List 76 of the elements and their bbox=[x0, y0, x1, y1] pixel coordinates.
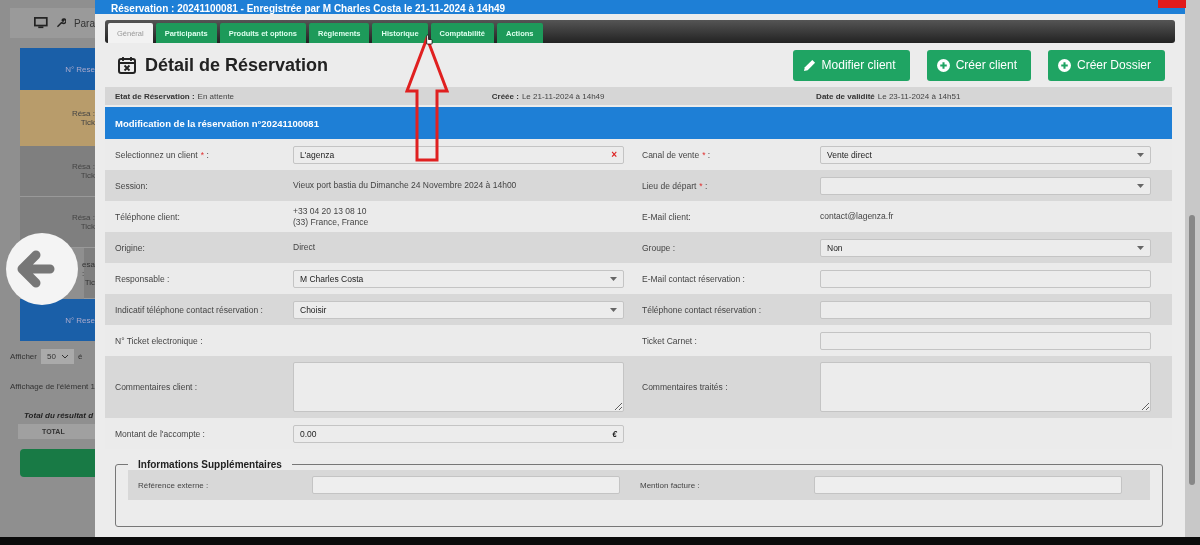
reservation-card[interactable]: N° Rese bbox=[20, 48, 95, 90]
field-label: Canal de vente * : bbox=[642, 149, 712, 160]
select-field[interactable]: Choisir bbox=[293, 300, 624, 319]
info-label: Date de validité bbox=[816, 91, 875, 101]
field-label: E-Mail contact réservation : bbox=[642, 273, 746, 284]
info-value: Le 23-11-2024 à 14h51 bbox=[877, 91, 962, 101]
close-button[interactable] bbox=[1158, 0, 1186, 8]
select-field[interactable]: M Charles Costa bbox=[293, 269, 624, 288]
info-label: Créée : bbox=[491, 91, 519, 101]
field-label: Mention facture : bbox=[640, 480, 701, 490]
info-value: Le 21-11-2024 à 14h49 bbox=[521, 91, 606, 101]
select-field[interactable]: Vente direct bbox=[820, 145, 1151, 164]
toolbar-label[interactable]: Para bbox=[73, 17, 95, 29]
field-label: Groupe : bbox=[642, 242, 677, 253]
info-label: Etat de Réservation : bbox=[115, 91, 195, 101]
field-label: Téléphone client: bbox=[115, 211, 181, 222]
field-label: Commentaires traités : bbox=[642, 382, 729, 392]
field-value: Vieux port bastia du Dimanche 24 Novembre 2024 à 14h00 bbox=[293, 180, 517, 191]
field-label: Ticket Carnet : bbox=[642, 335, 698, 346]
field-label: E-Mail client: bbox=[642, 211, 692, 222]
action-button[interactable]: Créer client bbox=[926, 49, 1031, 81]
caret-icon bbox=[61, 354, 68, 359]
caret-icon bbox=[610, 307, 617, 312]
input-field[interactable] bbox=[814, 476, 1123, 494]
caret-icon bbox=[1137, 152, 1144, 157]
clear-button[interactable]: × bbox=[611, 149, 617, 160]
info-value: En attente bbox=[197, 91, 236, 101]
input-field[interactable] bbox=[312, 476, 621, 494]
field-value: contact@lagenza.fr bbox=[820, 211, 894, 222]
select-field[interactable] bbox=[820, 176, 1151, 195]
caret-icon bbox=[1137, 183, 1144, 188]
caret-icon bbox=[1137, 245, 1144, 250]
pencil-icon bbox=[802, 58, 816, 72]
entries-info: Affichage de l'élément 1 bbox=[10, 382, 95, 391]
caret-icon bbox=[610, 276, 617, 281]
reservation-card[interactable]: N° Rese bbox=[20, 299, 95, 341]
section-title: Modification de la réservation n°20241100081 bbox=[115, 117, 319, 129]
field-label: Montant de l'accompte : bbox=[115, 428, 206, 439]
action-button[interactable] bbox=[20, 449, 95, 477]
textarea-field[interactable] bbox=[293, 362, 624, 412]
page-size-select[interactable]: 50 bbox=[41, 349, 74, 364]
input-field[interactable] bbox=[820, 269, 1151, 288]
field-label: Commentaires client : bbox=[115, 382, 199, 392]
input-field[interactable] bbox=[820, 331, 1151, 350]
field-label: Téléphone contact réservation : bbox=[642, 304, 763, 315]
action-button[interactable]: Créer Dossier bbox=[1048, 49, 1165, 81]
amount-field[interactable]: 0.00 € bbox=[293, 424, 624, 443]
wrench-icon[interactable] bbox=[55, 17, 66, 29]
calendar-icon bbox=[117, 55, 137, 75]
window-title: Réservation : 20241100081 - Enregistrée par M Charles Costa le 21-11-2024 à 14h49 bbox=[111, 4, 506, 14]
field-label: Indicatif téléphone contact réservation : bbox=[115, 304, 264, 315]
field-label: Lieu de départ * : bbox=[642, 180, 709, 191]
page-title: Détail de Réservation bbox=[145, 54, 330, 76]
hand-cursor-icon bbox=[424, 34, 433, 45]
field-value: Direct bbox=[293, 242, 316, 253]
input-field[interactable] bbox=[820, 300, 1151, 319]
show-suffix: é bbox=[77, 352, 83, 361]
field-label: Responsable : bbox=[115, 273, 171, 284]
field-label: Référence externe : bbox=[138, 480, 210, 490]
show-label: Afficher bbox=[10, 352, 37, 361]
field-value: +33 04 20 13 08 10 (33) France, France bbox=[293, 205, 369, 228]
monitor-icon[interactable] bbox=[34, 16, 48, 30]
scrollbar[interactable] bbox=[1185, 0, 1200, 537]
client-select-field[interactable]: L'agenza × bbox=[293, 145, 624, 164]
select-field[interactable]: Non bbox=[820, 238, 1151, 257]
plus-circle-icon bbox=[1058, 58, 1071, 72]
field-label: Session: bbox=[115, 180, 149, 191]
field-label: Selectionnez un client * : bbox=[115, 149, 210, 160]
plus-circle-icon bbox=[936, 58, 950, 72]
total-title: Total du résultat d bbox=[24, 411, 95, 420]
reservation-card[interactable]: Résa : Tick bbox=[20, 90, 95, 146]
action-button[interactable]: Modifier client bbox=[792, 49, 910, 81]
textarea-field[interactable] bbox=[820, 362, 1151, 412]
panel-legend: Informations Supplémentaires bbox=[128, 459, 292, 470]
field-label: N° Ticket electronique : bbox=[115, 335, 204, 346]
field-label: Origine: bbox=[115, 242, 146, 253]
